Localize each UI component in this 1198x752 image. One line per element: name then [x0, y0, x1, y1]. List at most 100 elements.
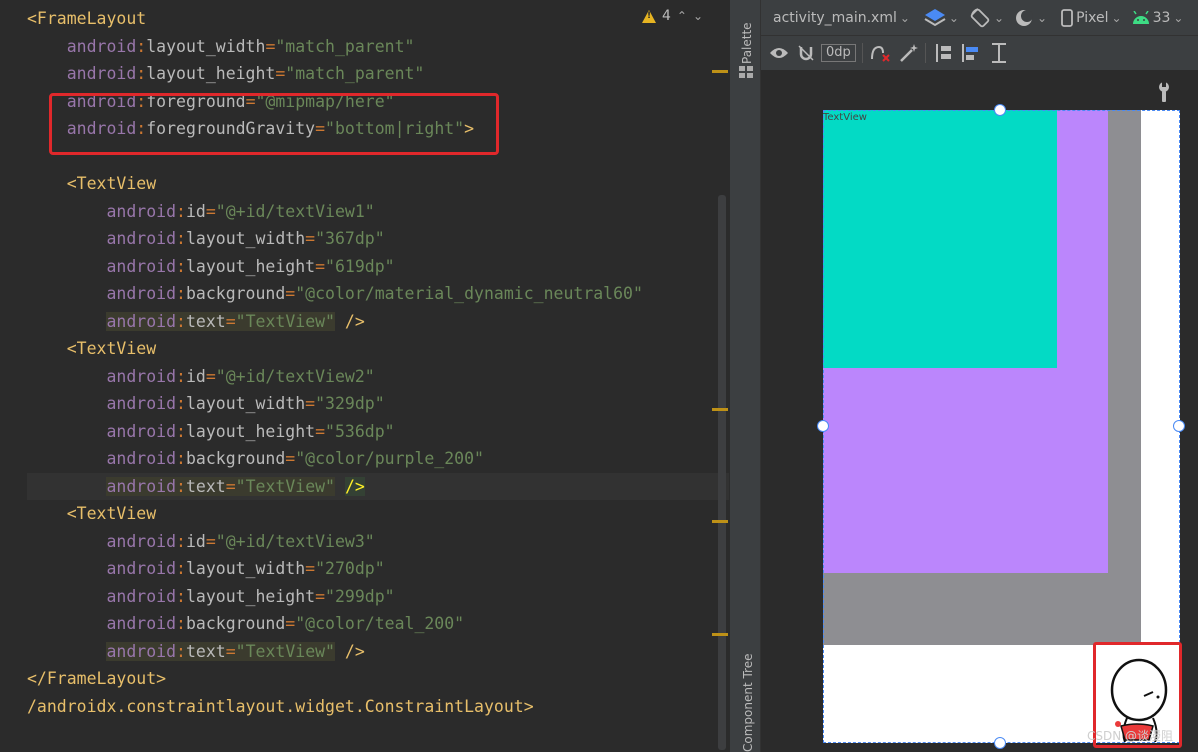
code-token: = — [305, 229, 316, 248]
code-token: android — [27, 421, 177, 441]
code-line[interactable]: <TextView — [27, 335, 729, 363]
constraint-handle-top[interactable] — [994, 104, 1006, 116]
pack-icon — [935, 44, 951, 62]
chevron-down-icon: ⌄ — [1037, 10, 1048, 25]
chevron-down-icon[interactable]: ⌄ — [693, 9, 703, 23]
code-line[interactable]: android:background="@color/material_dyna… — [27, 280, 729, 308]
constraint-handle-bottom[interactable] — [994, 737, 1006, 749]
code-line[interactable]: android:text="TextView" /> — [27, 638, 729, 666]
code-line[interactable]: <TextView — [27, 500, 729, 528]
layout-toolbar: 0dp — [761, 36, 1198, 71]
code-line[interactable]: android:layout_width="match_parent" — [27, 33, 729, 61]
code-line[interactable]: android:background="@color/purple_200" — [27, 445, 729, 473]
code-token: android — [27, 449, 177, 468]
code-line[interactable]: android:layout_height="match_parent" — [27, 60, 729, 88]
chevron-up-icon[interactable]: ⌃ — [677, 9, 687, 23]
code-token: android — [27, 586, 177, 606]
code-token: /> — [335, 641, 365, 661]
code-token: layout_height — [185, 586, 316, 606]
code-token: "TextView" — [235, 476, 335, 496]
code-token: = — [225, 311, 236, 331]
code-token: <FrameLayout — [27, 9, 147, 28]
code-token: android — [27, 559, 177, 578]
code-token: : — [176, 394, 186, 413]
file-dropdown[interactable]: activity_main.xml ⌄ — [773, 10, 910, 26]
pack-button[interactable] — [932, 42, 954, 64]
code-token: = — [315, 586, 326, 606]
code-token: layout_width — [185, 229, 306, 248]
error-stripe-mark[interactable] — [712, 70, 728, 73]
guidelines-icon — [991, 43, 1006, 63]
code-line[interactable]: android:layout_height="619dp" — [27, 253, 729, 281]
code-line[interactable]: <TextView — [27, 170, 729, 198]
code-token: /> — [344, 476, 365, 496]
code-token: background — [185, 614, 286, 633]
code-line[interactable]: android:layout_width="329dp" — [27, 390, 729, 418]
code-token: android — [27, 229, 177, 248]
highlight-box-foreground-attrs — [49, 93, 499, 155]
chevron-down-icon: ⌄ — [899, 10, 910, 25]
code-token: "536dp" — [325, 421, 395, 441]
code-token: "@color/purple_200" — [295, 449, 484, 468]
design-toolbar: activity_main.xml ⌄ ⌄ ⌄ ⌄ Pixel ⌄ 33 ⌄ — [761, 0, 1198, 36]
tool-window-strip — [729, 0, 761, 752]
code-token: /> — [335, 311, 365, 331]
constraint-handle-left[interactable] — [817, 420, 829, 432]
code-token: android — [27, 64, 137, 83]
code-line[interactable]: </FrameLayout> — [27, 665, 729, 693]
code-token: : — [176, 201, 186, 221]
code-line[interactable]: android:id="@+id/textView3" — [27, 528, 729, 556]
code-token: : — [176, 586, 186, 606]
code-token: "299dp" — [325, 586, 395, 606]
code-line[interactable]: android:layout_height="299dp" — [27, 583, 729, 611]
textview3-preview[interactable]: TextView — [823, 110, 1057, 368]
code-line[interactable]: <FrameLayout — [27, 5, 729, 33]
code-line[interactable]: android:layout_width="367dp" — [27, 225, 729, 253]
code-line[interactable]: android:layout_width="270dp" — [27, 555, 729, 583]
code-token: = — [225, 641, 236, 661]
code-line[interactable]: android:layout_height="536dp" — [27, 418, 729, 446]
default-margin-button[interactable]: 0dp — [821, 44, 856, 62]
chevron-down-icon: ⌄ — [948, 10, 959, 25]
night-mode-icon — [1016, 9, 1034, 26]
autoconnect-button[interactable] — [797, 44, 815, 62]
code-token: layout_height — [185, 421, 316, 441]
code-line[interactable]: android:background="@color/teal_200" — [27, 610, 729, 638]
code-line[interactable]: /androidx.constraintlayout.widget.Constr… — [27, 693, 729, 721]
clear-constraints-button[interactable] — [869, 43, 891, 63]
code-token: android — [106, 476, 177, 496]
chevron-down-icon: ⌄ — [1111, 10, 1122, 25]
infer-constraints-button[interactable] — [899, 43, 919, 63]
magic-wand-icon — [899, 44, 918, 62]
error-stripe-mark[interactable] — [712, 520, 728, 523]
design-surface-button[interactable]: ⌄ — [924, 7, 959, 29]
code-line[interactable]: android:text="TextView" /> — [27, 472, 729, 500]
wrench-icon[interactable] — [1157, 82, 1171, 102]
view-options-button[interactable] — [769, 46, 789, 60]
inspection-widget[interactable]: 4 ⌃ ⌄ — [642, 6, 703, 26]
error-stripe-mark[interactable] — [712, 408, 728, 411]
code-line[interactable]: android:text="TextView" /> — [27, 308, 729, 336]
component-tree-tab[interactable]: Component Tree — [741, 654, 755, 752]
margin-value: 0dp — [826, 45, 851, 60]
warning-icon — [642, 9, 656, 23]
device-dropdown[interactable]: Pixel ⌄ — [1061, 8, 1122, 27]
orientation-button[interactable]: ⌄ — [969, 7, 1004, 29]
toolbar-separator — [861, 43, 863, 63]
code-line[interactable]: android:id="@+id/textView2" — [27, 363, 729, 391]
code-line[interactable]: android:id="@+id/textView1" — [27, 198, 729, 226]
api-level-dropdown[interactable]: 33 ⌄ — [1132, 10, 1183, 26]
error-stripe-mark[interactable] — [712, 633, 728, 636]
code-token: android — [106, 641, 177, 661]
code-token: id — [185, 201, 206, 221]
editor-scrollbar[interactable] — [718, 195, 726, 750]
guidelines-button[interactable] — [988, 42, 1010, 64]
align-button[interactable] — [960, 42, 982, 64]
palette-tab[interactable]: Palette — [740, 22, 754, 64]
night-mode-button[interactable]: ⌄ — [1014, 8, 1047, 28]
code-editor[interactable]: <FrameLayout android:layout_width="match… — [0, 0, 729, 752]
constraint-handle-right[interactable] — [1173, 420, 1185, 432]
code-token: = — [315, 421, 326, 441]
